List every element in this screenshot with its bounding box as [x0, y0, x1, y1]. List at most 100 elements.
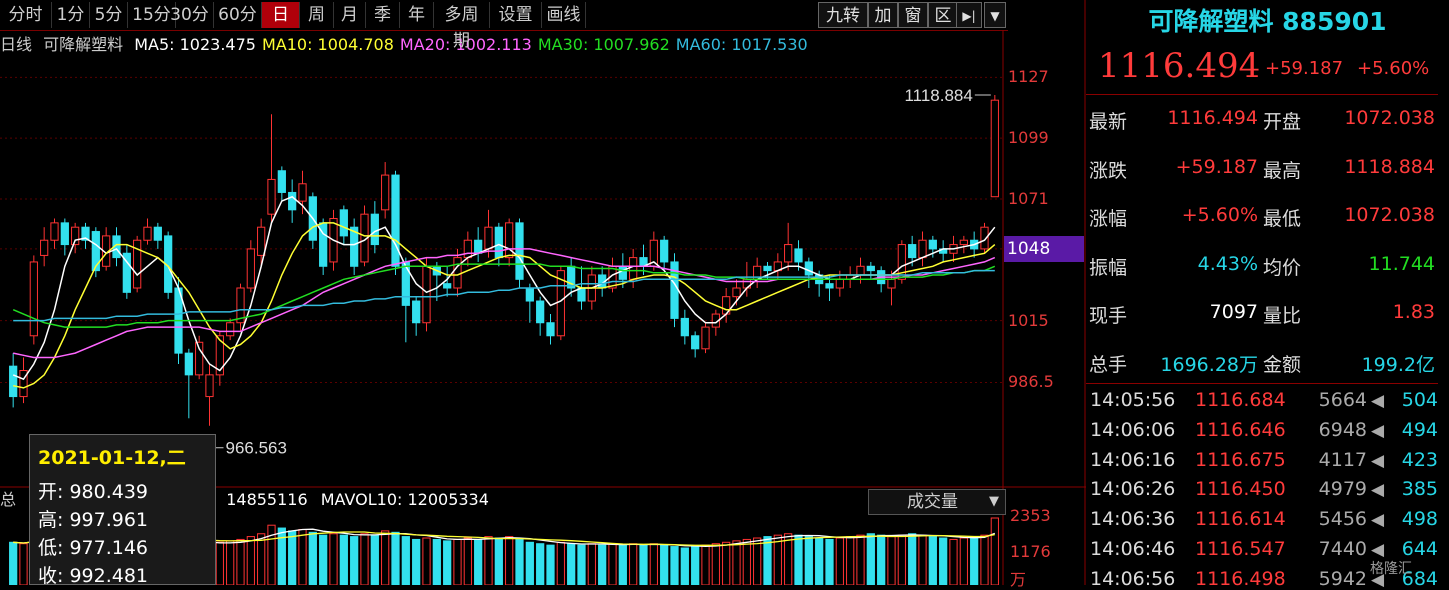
candle-body-2: [29, 261, 38, 337]
price-tick-5: 986.5: [1008, 372, 1054, 392]
volume-bar-24: [257, 533, 266, 585]
tick-volume-0: 5664: [1318, 389, 1367, 411]
candle-body-24: [257, 226, 266, 256]
tick-volume-2: 4117: [1318, 448, 1367, 471]
quote-label-5-b: 金额: [1263, 353, 1302, 376]
volume-bar-93: [970, 536, 979, 585]
volume-bar-48: [505, 536, 514, 585]
volume-bar-30: [319, 534, 328, 585]
candle-body-40: [422, 265, 431, 324]
candle-body-13: [143, 226, 152, 241]
period-tab-0[interactable]: 分时: [0, 2, 52, 28]
volume-bar-79: [825, 538, 834, 585]
volume-bar-60: [629, 543, 638, 585]
watermark: 格隆汇: [1370, 561, 1412, 577]
candle-body-28: [298, 183, 307, 202]
volume-bar-90: [939, 537, 948, 585]
candle-body-4: [50, 222, 59, 241]
volume-tick-2: 万: [1010, 570, 1027, 589]
goto-end-icon[interactable]: ▶|: [956, 2, 982, 28]
volume-bar-58: [608, 543, 617, 585]
tick-price-1: 1116.646: [1195, 418, 1286, 441]
period-tab-12[interactable]: 设置: [490, 2, 542, 28]
period-tab-7[interactable]: 周: [300, 2, 334, 28]
period-tab-11[interactable]: 多周期: [434, 2, 490, 51]
volume-bar-52: [546, 544, 555, 585]
panel-price: 1116.494: [1098, 46, 1261, 86]
volume-bar-57: [598, 544, 607, 585]
toolbar-button-0[interactable]: 九转: [818, 2, 868, 28]
volume-bar-68: [711, 543, 720, 585]
left-arrow-icon: ◀: [1371, 420, 1385, 441]
candle-body-47: [494, 226, 503, 259]
candle-body-59: [618, 265, 627, 280]
current-price-marker: 1048: [1004, 235, 1084, 262]
candle-body-23: [246, 248, 255, 289]
volume-bar-71: [742, 538, 751, 585]
candle-body-85: [887, 278, 896, 289]
period-tab-9[interactable]: 季: [366, 2, 400, 28]
period-tab-4[interactable]: 30分: [166, 2, 214, 28]
period-tab-2[interactable]: 5分: [90, 2, 128, 28]
volume-select-label: 成交量: [907, 492, 958, 512]
candle-body-92: [959, 239, 968, 246]
period-tab-5[interactable]: 60分: [214, 2, 262, 28]
candle-body-36: [381, 174, 390, 211]
toolbar-button-3[interactable]: 区: [928, 2, 958, 28]
vol-prefix: 总: [0, 490, 17, 509]
quote-label-3-a: 振幅: [1089, 256, 1128, 279]
candle-body-39: [412, 300, 421, 324]
tick-time-1: 14:06:06: [1090, 418, 1176, 441]
volume-bar-56: [587, 543, 596, 585]
tick-volume-4: 5456: [1318, 508, 1367, 531]
dropdown-icon[interactable]: ▼: [984, 2, 1006, 28]
volume-bar-40: [422, 537, 431, 585]
tick-time-5: 14:06:46: [1090, 538, 1176, 560]
tick-count-0: 504: [1401, 389, 1438, 411]
volume-indicator-select[interactable]: 成交量 ▼: [868, 489, 1006, 515]
tick-price-3: 1116.450: [1195, 478, 1286, 501]
ma10-line: [13, 222, 996, 389]
period-tab-8[interactable]: 月: [334, 2, 366, 28]
price-tick-4: 1015: [1008, 310, 1049, 330]
candle-body-48: [505, 222, 514, 259]
candle-body-46: [484, 226, 493, 250]
period-tab-1[interactable]: 1分: [52, 2, 90, 28]
tooltip-high: 高: 997.961: [38, 509, 149, 531]
volume-bar-78: [815, 537, 824, 585]
volume-bar-27: [288, 530, 297, 585]
left-arrow-icon: ◀: [1371, 510, 1385, 531]
quote-value-2-b: 1072.038: [1344, 204, 1435, 226]
tick-time-3: 14:06:26: [1090, 478, 1176, 501]
toolbar-button-1[interactable]: 加: [868, 2, 898, 28]
candle-body-67: [701, 326, 710, 350]
period-tab-13[interactable]: 画线: [542, 2, 586, 28]
volume-bar-0: [9, 541, 18, 585]
toolbar-button-2[interactable]: 窗: [898, 2, 928, 28]
period-tab-10[interactable]: 年: [400, 2, 434, 28]
volume-bar-21: [226, 540, 235, 585]
candle-body-44: [463, 239, 472, 259]
candle-body-32: [339, 209, 348, 237]
price-tick-1: 1099: [1008, 128, 1049, 148]
tick-volume-5: 7440: [1318, 538, 1367, 560]
panel-change: +59.187: [1265, 58, 1344, 79]
chevron-down-icon: ▼: [989, 494, 999, 509]
volume-bar-28: [298, 528, 307, 585]
quote-label-0-a: 最新: [1089, 111, 1128, 133]
volume-bar-87: [908, 533, 917, 585]
volume-bar-95: [990, 517, 999, 585]
quote-value-5-b: 199.2亿: [1361, 353, 1435, 376]
quote-value-0-a: 1116.494: [1167, 107, 1258, 129]
volume-bar-72: [753, 537, 762, 585]
volume-bar-85: [887, 536, 896, 585]
panel-title: 可降解塑料 885901: [1148, 7, 1387, 36]
volume-bar-20: [215, 541, 224, 585]
volume-bar-38: [401, 536, 410, 585]
tick-volume-6: 5942: [1318, 567, 1367, 590]
period-tab-6[interactable]: 日: [262, 2, 300, 28]
tick-count-5: 644: [1401, 538, 1438, 560]
quote-value-5-a: 1696.28万: [1160, 353, 1258, 376]
ma5-line: [12, 195, 996, 381]
vol-value: 14855116: [226, 490, 308, 509]
